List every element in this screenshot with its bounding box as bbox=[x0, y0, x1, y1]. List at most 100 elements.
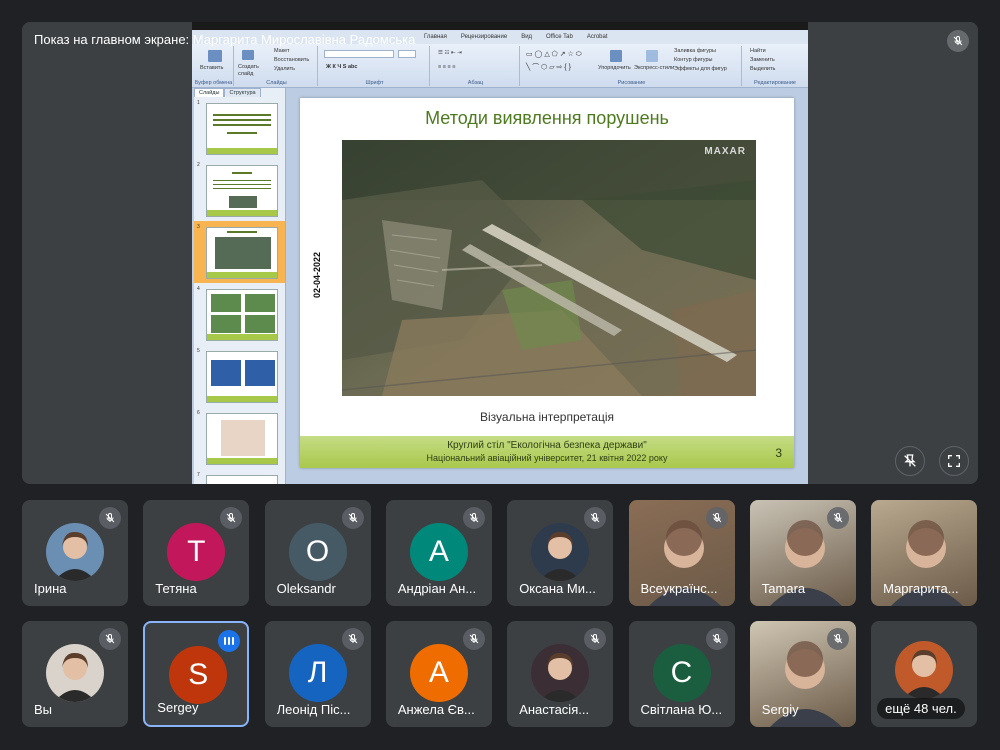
participant-tile[interactable]: A Андріан Ан... bbox=[385, 500, 492, 606]
mic-off-icon bbox=[226, 512, 236, 523]
menu-acrobat[interactable]: Acrobat bbox=[587, 34, 608, 40]
participant-tile[interactable]: Tamara bbox=[749, 500, 856, 606]
ppt-body: Слайды Структура 1 2 3 4 5 6 7 Методи ви… bbox=[192, 88, 808, 484]
mic-off-icon bbox=[469, 633, 479, 644]
slide-thumb-3-selected[interactable]: 3 bbox=[194, 221, 285, 283]
participant-tile[interactable]: Маргарита... bbox=[871, 500, 978, 606]
participant-tile[interactable]: T Тетяна bbox=[143, 500, 250, 606]
image-watermark: MAXAR bbox=[704, 146, 746, 157]
menu-office-tab[interactable]: Office Tab bbox=[546, 34, 573, 40]
unpin-button[interactable] bbox=[895, 446, 925, 476]
quick-styles-button[interactable]: Экспресс-стили bbox=[634, 65, 674, 71]
participant-name: Анастасія... bbox=[519, 702, 590, 717]
slide-number: 3 bbox=[775, 446, 782, 460]
paste-button[interactable]: Вставить bbox=[200, 65, 223, 71]
ppt-titlebar bbox=[192, 22, 808, 30]
tab-outline[interactable]: Структура bbox=[224, 88, 261, 97]
participant-tile[interactable]: Всеукраїнс... bbox=[628, 500, 735, 606]
align-buttons[interactable]: ≡ ≡ ≡ ≡ bbox=[438, 64, 455, 70]
participant-name: Леонід Піс... bbox=[276, 702, 351, 717]
participant-tile[interactable]: O Oleksandr bbox=[264, 500, 371, 606]
thumb-preview bbox=[206, 475, 278, 484]
font-group: Ж К Ч S abc Шрифт bbox=[320, 46, 430, 86]
participant-tile[interactable]: Ірина bbox=[22, 500, 128, 606]
participant-tile[interactable]: Л Леонід Піс... bbox=[264, 621, 371, 727]
mic-off-icon bbox=[469, 512, 479, 523]
paste-icon bbox=[208, 50, 222, 62]
editing-group: Найти Заменить Выделить Редактирование bbox=[744, 46, 806, 86]
fullscreen-button[interactable] bbox=[939, 446, 969, 476]
participant-tile[interactable]: A Анжела Єв... bbox=[385, 621, 492, 727]
participant-name: Анжела Єв... bbox=[397, 702, 475, 717]
avatar-initial: A bbox=[409, 644, 468, 702]
participant-tile[interactable]: Оксана Ми... bbox=[507, 500, 614, 606]
drawing-group: ▭ ◯ △ ⬠ ↗ ☆ ⬭ ╲ ⌒ ⬡ ▱ ⇨ { } Упорядочить … bbox=[522, 46, 742, 86]
thumb-preview bbox=[206, 351, 278, 403]
satellite-photo bbox=[342, 140, 756, 396]
thumb-number: 5 bbox=[197, 348, 200, 354]
delete-button[interactable]: Удалить bbox=[274, 66, 295, 72]
participant-tile[interactable]: ещё 48 чел. bbox=[871, 621, 978, 727]
mic-off-icon bbox=[712, 633, 721, 644]
participant-tile[interactable]: C Світлана Ю... bbox=[628, 621, 735, 727]
slide-edit-area[interactable]: Методи виявлення порушень MAXAR 02-04-20… bbox=[288, 88, 808, 484]
fullscreen-icon bbox=[948, 455, 960, 467]
slide-thumb-7[interactable]: 7 bbox=[194, 469, 285, 484]
mic-off-indicator bbox=[99, 628, 121, 650]
presenter-label: Показ на главном экране: Маргарита Мирос… bbox=[34, 32, 416, 47]
slide-thumb-6[interactable]: 6 bbox=[194, 407, 285, 469]
clipboard-group: Вставить Буфер обмена bbox=[194, 46, 234, 86]
layout-button[interactable]: Макет bbox=[274, 48, 290, 54]
menu-view[interactable]: Вид bbox=[521, 34, 532, 40]
replace-button[interactable]: Заменить bbox=[750, 57, 775, 63]
avatar-initial: T bbox=[167, 523, 226, 581]
shapes-gallery-row2[interactable]: ╲ ⌒ ⬡ ▱ ⇨ { } bbox=[526, 62, 571, 72]
drawing-group-label: Рисование bbox=[617, 80, 646, 86]
paragraph-group-label: Абзац bbox=[467, 80, 484, 86]
create-slide-button[interactable]: Создать слайд bbox=[238, 64, 268, 78]
restore-button[interactable]: Восстановить bbox=[274, 57, 309, 63]
stage-mic-off-icon bbox=[947, 30, 969, 52]
footer-line2: Національний авіаційний університет, 21 … bbox=[426, 453, 668, 463]
slide-caption: Візуальна інтерпретація bbox=[480, 410, 614, 424]
font-size-select[interactable] bbox=[398, 50, 416, 58]
participant-name: Ірина bbox=[34, 581, 67, 596]
font-name-select[interactable] bbox=[324, 50, 394, 58]
participant-tile[interactable]: Анастасія... bbox=[507, 621, 614, 727]
presentation-stage[interactable]: Показ на главном экране: Маргарита Мирос… bbox=[22, 22, 978, 484]
speaking-indicator-icon bbox=[218, 630, 241, 652]
arrange-button[interactable]: Упорядочить bbox=[598, 65, 631, 71]
shape-fill-button[interactable]: Заливка фигуры bbox=[674, 48, 716, 54]
footer-line1: Круглий стіл "Екологічна безпека держави… bbox=[447, 440, 647, 451]
more-participants-button[interactable]: ещё 48 чел. bbox=[877, 698, 965, 719]
shape-outline-button[interactable]: Контур фигуры bbox=[674, 57, 712, 63]
shape-effects-button[interactable]: Эффекты для фигур bbox=[674, 66, 727, 72]
participant-name: Світлана Ю... bbox=[640, 702, 723, 717]
font-style-buttons[interactable]: Ж К Ч S abc bbox=[326, 64, 357, 70]
slide-thumb-2[interactable]: 2 bbox=[194, 159, 285, 221]
slide-thumb-1[interactable]: 1 bbox=[194, 97, 285, 159]
list-buttons[interactable]: ☰ ☷ ⇤ ⇥ bbox=[438, 50, 462, 56]
menu-home[interactable]: Главная bbox=[424, 34, 447, 40]
mic-off-indicator bbox=[705, 628, 728, 650]
thumb-preview bbox=[206, 227, 278, 279]
slide-thumb-5[interactable]: 5 bbox=[194, 345, 285, 407]
slide-thumb-4[interactable]: 4 bbox=[194, 283, 285, 345]
mic-off-indicator bbox=[826, 628, 849, 650]
find-button[interactable]: Найти bbox=[750, 48, 766, 54]
mic-off-icon bbox=[712, 512, 721, 523]
menu-review[interactable]: Рецензирование bbox=[461, 34, 507, 40]
powerpoint-window: Главная Рецензирование Вид Office Tab Ac… bbox=[192, 22, 808, 484]
select-button[interactable]: Выделить bbox=[750, 66, 775, 72]
participant-tile[interactable]: Sergiy bbox=[749, 621, 856, 727]
slide-thumbnails-panel: Слайды Структура 1 2 3 4 5 6 7 bbox=[194, 88, 286, 484]
participant-tile[interactable]: Вы bbox=[22, 621, 128, 727]
participant-tile[interactable]: S Sergey bbox=[143, 621, 250, 727]
ppt-ribbon: Вставить Буфер обмена Создать слайд Маке… bbox=[192, 44, 808, 88]
shapes-gallery[interactable]: ▭ ◯ △ ⬠ ↗ ☆ ⬭ bbox=[526, 50, 582, 59]
participant-name: Всеукраїнс... bbox=[640, 581, 718, 596]
tab-slides[interactable]: Слайды bbox=[194, 88, 225, 97]
avatar-photo bbox=[46, 523, 104, 581]
mic-off-icon bbox=[953, 35, 963, 46]
current-slide[interactable]: Методи виявлення порушень MAXAR 02-04-20… bbox=[300, 98, 794, 468]
